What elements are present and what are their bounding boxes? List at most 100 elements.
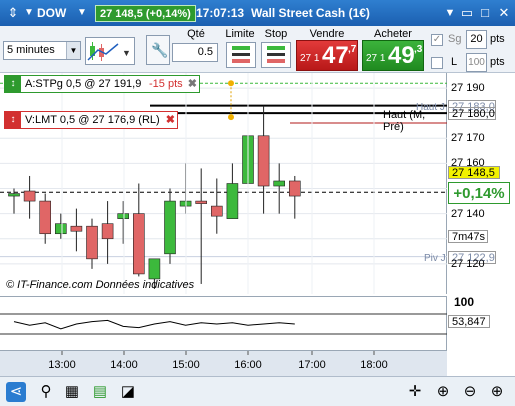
change-percent-tag: +0,14% bbox=[448, 182, 510, 204]
close-icon[interactable]: ✕ bbox=[495, 4, 513, 22]
candle-body bbox=[23, 190, 36, 202]
oscillator-value-tag: 53,847 bbox=[448, 315, 490, 328]
sell-price-main: 47 bbox=[322, 42, 349, 69]
candle-body bbox=[133, 213, 145, 275]
price-axis-label: 27 170 bbox=[451, 132, 485, 145]
l-input[interactable]: 100 bbox=[466, 53, 487, 72]
qty-input[interactable]: 0.5 bbox=[172, 43, 218, 62]
time-label: 13:00 bbox=[48, 359, 76, 371]
zoom-in-icon[interactable]: ⊕ bbox=[487, 382, 507, 402]
stop-order-tag[interactable]: ↕ A:STPg 0,5 @ 27 191,9 -15 pts ✖ bbox=[4, 75, 200, 93]
chart-type-button[interactable]: ▼ bbox=[85, 37, 135, 65]
candle-body bbox=[226, 183, 239, 219]
sg-checkbox[interactable]: ✓ bbox=[431, 34, 443, 46]
indicator-icon[interactable]: ⚲ bbox=[36, 382, 56, 402]
haut-mpre-label: Haut (M, Pré) bbox=[383, 109, 426, 133]
chevron-down-icon[interactable]: ▼ bbox=[73, 4, 91, 22]
sg-label: Sg bbox=[448, 33, 462, 45]
stop-order-text: A:STPg 0,5 @ 27 191,9 bbox=[25, 78, 142, 90]
candle-timer: 7m47s bbox=[448, 230, 488, 243]
candle-body bbox=[273, 180, 286, 187]
close-icon[interactable]: ✖ bbox=[166, 112, 175, 128]
chart-area: Haut J Haut (M, Pré) Piv J © IT-Finance.… bbox=[0, 73, 515, 376]
time-label: 16:00 bbox=[234, 359, 262, 371]
buy-label: Acheter bbox=[374, 28, 412, 40]
buy-price-prefix: 27 1 bbox=[366, 53, 386, 64]
zoom-out-icon[interactable]: ⊖ bbox=[460, 382, 480, 402]
chart-type-icon: ▼ bbox=[87, 42, 131, 61]
time-label: 15:00 bbox=[172, 359, 200, 371]
candlestick-chart bbox=[0, 73, 447, 294]
chevron-down-icon[interactable]: ▼ bbox=[441, 4, 459, 22]
toolbar: 5 minutes ▼ ▼ 🔧 Qté 0.5 Limite Stop Vend… bbox=[0, 26, 515, 73]
interval-select[interactable]: 5 minutes ▼ bbox=[3, 41, 81, 60]
restore-icon[interactable]: ▭ bbox=[458, 4, 476, 22]
sg-input[interactable]: 20 bbox=[466, 30, 487, 49]
interval-value: 5 minutes bbox=[7, 44, 55, 56]
l-checkbox[interactable] bbox=[431, 57, 443, 69]
time-label: 17:00 bbox=[298, 359, 326, 371]
stop-order-button[interactable] bbox=[261, 42, 291, 68]
settings-button[interactable]: 🔧 bbox=[146, 35, 170, 65]
share-icon[interactable]: ⋖ bbox=[6, 382, 26, 402]
candle-body bbox=[211, 205, 223, 217]
candle-body bbox=[70, 225, 83, 232]
candle-body bbox=[148, 258, 161, 280]
time-label: 18:00 bbox=[360, 359, 388, 371]
price-axis-label: 27 190 bbox=[451, 82, 485, 95]
chevron-down-icon[interactable]: ▼ bbox=[20, 4, 38, 22]
stop-order-marker bbox=[228, 80, 234, 87]
wrench-icon: 🔧 bbox=[151, 42, 169, 58]
price-axis[interactable]: 27 19027 183,027 180,027 17027 16027 150… bbox=[448, 73, 515, 376]
drag-handle-icon[interactable]: ↕ bbox=[5, 76, 21, 92]
limit-order-tag[interactable]: ↕ V:LMT 0,5 @ 27 176,9 (RL) ✖ bbox=[4, 111, 178, 129]
sell-button[interactable]: 27 1 47 ,7 bbox=[296, 40, 358, 71]
candle-body bbox=[288, 180, 301, 197]
close-icon[interactable]: ✖ bbox=[188, 76, 197, 92]
sell-price-prefix: 27 1 bbox=[300, 53, 320, 64]
instrument-menu-label[interactable]: DOW bbox=[37, 0, 66, 26]
candle-body bbox=[8, 193, 20, 197]
candle-body bbox=[39, 200, 52, 235]
oscillator-top-label: 100 bbox=[454, 295, 475, 309]
candle-body bbox=[257, 135, 270, 187]
price-plot[interactable]: Haut J Haut (M, Pré) Piv J © IT-Finance.… bbox=[0, 73, 447, 294]
candle-body bbox=[164, 200, 176, 255]
l-label: L bbox=[451, 56, 458, 68]
piv-j-label: Piv J bbox=[424, 253, 446, 264]
limit-label: Limite bbox=[225, 28, 255, 40]
buy-button[interactable]: 27 1 49 ,3 bbox=[362, 40, 424, 71]
calendar-icon[interactable]: ▦ bbox=[62, 382, 82, 402]
candle-body bbox=[54, 223, 67, 235]
oscillator-panel[interactable] bbox=[0, 296, 447, 350]
candle-body bbox=[117, 213, 129, 219]
maximize-icon[interactable]: □ bbox=[476, 4, 494, 22]
sell-label: Vendre bbox=[309, 28, 345, 40]
drag-handle-icon[interactable]: ↕ bbox=[5, 112, 21, 128]
candle-body bbox=[86, 225, 98, 260]
limit-order-icon bbox=[232, 46, 250, 63]
time-axis: 13:00 14:00 15:00 16:00 17:00 18:00 bbox=[0, 350, 447, 376]
limit-order-text: V:LMT 0,5 @ 27 176,9 (RL) bbox=[25, 114, 160, 126]
oscillator-series bbox=[13, 319, 295, 330]
sg-unit: pts bbox=[490, 33, 505, 45]
chevron-down-icon[interactable]: ▼ bbox=[66, 42, 80, 59]
svg-text:▼: ▼ bbox=[122, 48, 131, 58]
qty-label: Qté bbox=[187, 28, 205, 40]
zoom-fit-icon[interactable]: ⊕ bbox=[433, 382, 453, 402]
draw-tool-icon[interactable]: ◪ bbox=[118, 382, 138, 402]
price-axis-label: 27 120 bbox=[451, 257, 485, 270]
stop-order-pts: -15 pts bbox=[149, 78, 183, 90]
crosshair-icon[interactable]: ✛ bbox=[405, 382, 425, 402]
sell-price-decimal: ,7 bbox=[348, 44, 357, 55]
limit-order-marker bbox=[228, 114, 234, 121]
instrument-title: Wall Street Cash (1€) bbox=[251, 6, 370, 20]
time-axis-labels: 13:00 14:00 15:00 16:00 17:00 18:00 bbox=[48, 351, 388, 371]
layout-icon[interactable]: ▤ bbox=[90, 382, 110, 402]
last-price-tag: 27 148,5 bbox=[448, 166, 500, 179]
stop-order-icon bbox=[267, 46, 285, 63]
buy-price-decimal: ,3 bbox=[414, 44, 423, 55]
limit-order-button[interactable] bbox=[226, 42, 256, 68]
stop-label: Stop bbox=[264, 28, 288, 40]
bottom-toolbar: ⋖ ⚲ ▦ ▤ ◪ ✛ ⊕ ⊖ ⊕ bbox=[0, 376, 515, 406]
